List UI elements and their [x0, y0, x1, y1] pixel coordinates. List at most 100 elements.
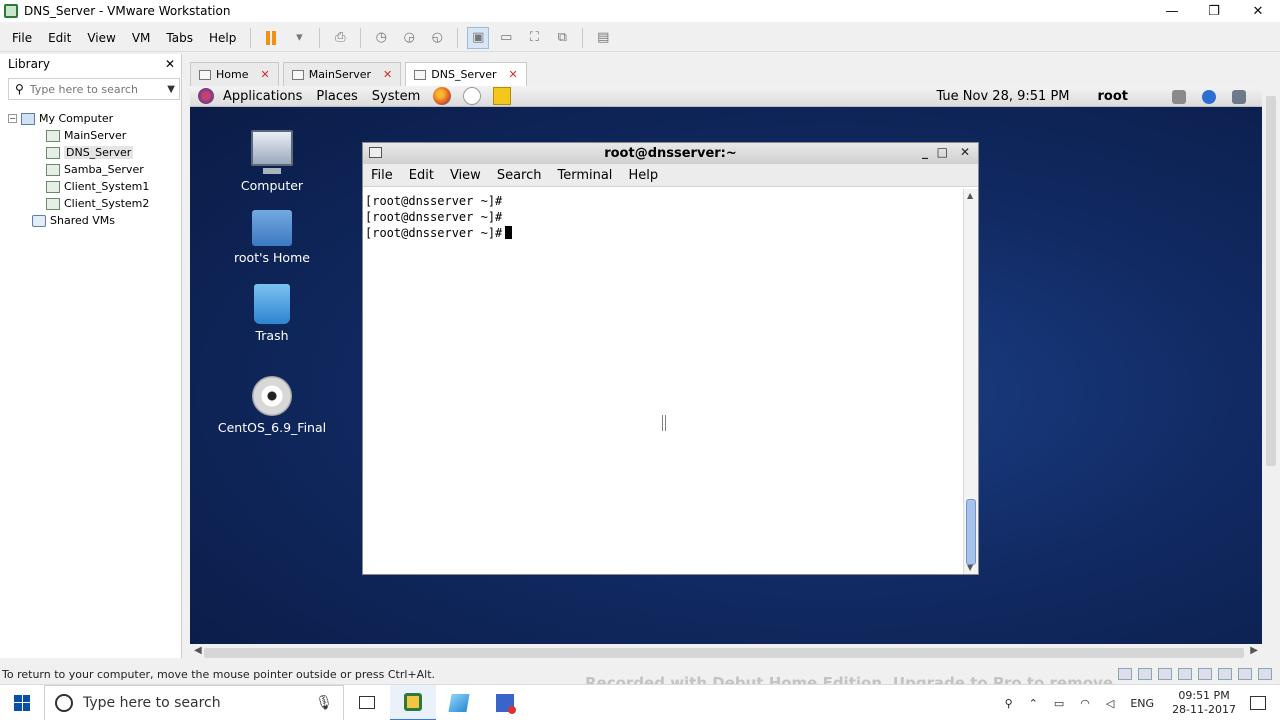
tab-home[interactable]: Home ✕	[190, 62, 279, 86]
menu-vm[interactable]: VM	[124, 31, 159, 45]
tab-close-icon[interactable]: ✕	[260, 68, 269, 81]
minimize-button[interactable]: —	[1150, 0, 1194, 22]
console-horizontal-scrollbar[interactable]: ◀ ▶	[190, 644, 1262, 662]
cd-icon[interactable]	[1138, 668, 1152, 680]
display-icon[interactable]	[1238, 668, 1252, 680]
guest-clock[interactable]: Tue Nov 28, 9:51 PM	[936, 89, 1069, 104]
terminal-minimize-button[interactable]: _	[922, 145, 928, 159]
console-vertical-thumb[interactable]	[1266, 96, 1276, 466]
desktop-icon-home[interactable]: root's Home	[212, 210, 332, 265]
sound-icon[interactable]	[1198, 668, 1212, 680]
terminal-menu-search[interactable]: Search	[497, 168, 542, 183]
taskbar-search[interactable]: Type here to search 🎙	[44, 684, 344, 720]
tree-item-client-system1[interactable]: Client_System1	[8, 178, 181, 195]
microphone-icon[interactable]: 🎙	[315, 695, 333, 711]
console-vertical-scrollbar[interactable]	[1262, 86, 1280, 644]
desktop-icon-computer[interactable]: Computer	[212, 130, 332, 193]
start-button[interactable]	[0, 685, 44, 720]
menu-view[interactable]: View	[79, 31, 123, 45]
terminal-close-button[interactable]: ✕	[960, 145, 970, 159]
notification-icon[interactable]	[1250, 696, 1266, 710]
terminal-menu-view[interactable]: View	[450, 168, 481, 183]
snapshot-icon[interactable]: ◷	[370, 27, 392, 49]
message-log-icon[interactable]	[1258, 668, 1272, 680]
unity-icon[interactable]: ⧉	[551, 27, 573, 49]
wifi-icon[interactable]: ◠	[1080, 697, 1090, 710]
network-adapter-icon[interactable]	[1158, 668, 1172, 680]
taskbar-ie[interactable]	[436, 685, 482, 720]
console-view-icon[interactable]: ▤	[592, 27, 614, 49]
snapshot-manager-icon[interactable]: ◵	[426, 27, 448, 49]
scroll-up-icon[interactable]: ▲	[967, 191, 973, 200]
terminal-output[interactable]: [root@dnsserver ~]# [root@dnsserver ~]# …	[363, 189, 963, 574]
tab-close-icon[interactable]: ✕	[383, 68, 392, 81]
taskbar-recorder[interactable]	[482, 685, 528, 720]
library-search-input[interactable]	[29, 82, 154, 96]
bluetooth-icon[interactable]	[1202, 89, 1216, 104]
taskbar-clock[interactable]: 09:51 PM 28-11-2017	[1172, 689, 1236, 717]
usb-icon[interactable]	[1178, 668, 1192, 680]
scroll-down-icon[interactable]: ▼	[967, 563, 973, 572]
tree-item-shared-vms[interactable]: Shared VMs	[8, 212, 181, 229]
tree-item-samba-server[interactable]: Samba_Server	[8, 161, 181, 178]
chevron-down-icon[interactable]: ▼	[167, 84, 175, 95]
language-indicator[interactable]: ENG	[1130, 697, 1154, 710]
collapse-icon[interactable]: −	[8, 114, 17, 123]
text-editor-icon[interactable]	[493, 87, 512, 105]
terminal-menu-edit[interactable]: Edit	[409, 168, 434, 183]
tab-mainserver[interactable]: MainServer ✕	[282, 62, 402, 86]
send-ctrl-alt-del-icon[interactable]: ⎙	[329, 27, 351, 49]
menu-edit[interactable]: Edit	[40, 31, 79, 45]
terminal-menu-help[interactable]: Help	[628, 168, 658, 183]
task-view-button[interactable]	[344, 685, 390, 720]
terminal-menu-file[interactable]: File	[371, 168, 393, 183]
scroll-left-icon[interactable]: ◀	[194, 645, 202, 656]
library-close-icon[interactable]: ✕	[165, 57, 175, 71]
vm-console[interactable]: Applications Places System Tue Nov 28, 9…	[190, 86, 1262, 644]
terminal-titlebar[interactable]: root@dnsserver:~ _ □ ✕	[363, 143, 978, 164]
desktop-icon-dvd[interactable]: CentOS_6.9_Final	[212, 376, 332, 435]
printer-icon[interactable]	[1218, 668, 1232, 680]
terminal-menu-terminal[interactable]: Terminal	[557, 168, 612, 183]
menu-tabs[interactable]: Tabs	[158, 31, 201, 45]
tree-item-mainserver[interactable]: MainServer	[8, 127, 181, 144]
network-icon[interactable]	[1232, 89, 1246, 104]
revert-snapshot-icon[interactable]: ◶	[398, 27, 420, 49]
power-dropdown-icon[interactable]: ▾	[288, 27, 310, 49]
tree-item-client-system2[interactable]: Client_System2	[8, 195, 181, 212]
desktop-icon-trash[interactable]: Trash	[212, 284, 332, 343]
people-icon[interactable]: ⚲	[1005, 697, 1013, 710]
hdd-icon[interactable]	[1118, 668, 1132, 680]
volume-icon[interactable]	[1172, 89, 1186, 104]
menu-file[interactable]: File	[4, 31, 40, 45]
terminal-window: root@dnsserver:~ _ □ ✕ File Edit View Se…	[362, 142, 979, 575]
system-menu[interactable]: System	[372, 89, 420, 104]
menu-help[interactable]: Help	[201, 31, 244, 45]
tree-item-label: Shared VMs	[50, 214, 115, 227]
applications-menu[interactable]: Applications	[223, 89, 302, 104]
tab-dns-server[interactable]: DNS_Server ✕	[405, 62, 527, 86]
terminal-scrollbar[interactable]: ▲ ▼	[963, 189, 978, 574]
thumbnail-bar-icon[interactable]: ▭	[495, 27, 517, 49]
terminal-maximize-button[interactable]: □	[937, 145, 948, 159]
pause-icon[interactable]	[260, 27, 282, 49]
volume-icon[interactable]: ◁	[1106, 697, 1114, 710]
tab-close-icon[interactable]: ✕	[509, 68, 518, 81]
restore-button[interactable]: ❐	[1192, 0, 1236, 22]
battery-icon[interactable]: ▭	[1054, 697, 1064, 710]
show-library-icon[interactable]: ▣	[467, 26, 490, 49]
places-menu[interactable]: Places	[316, 89, 357, 104]
full-screen-icon[interactable]: ⛶	[523, 27, 545, 49]
console-horizontal-thumb[interactable]	[204, 648, 1244, 658]
tree-item-label: My Computer	[39, 112, 114, 125]
guest-user[interactable]: root	[1098, 89, 1129, 104]
tree-item-my-computer[interactable]: − My Computer	[8, 110, 181, 127]
taskbar-vmware[interactable]	[390, 684, 436, 720]
chevron-up-icon[interactable]: ⌃	[1029, 697, 1038, 710]
mail-client-icon[interactable]	[463, 87, 482, 105]
scroll-right-icon[interactable]: ▶	[1250, 645, 1258, 656]
close-button[interactable]: ✕	[1236, 0, 1280, 22]
terminal-scroll-thumb[interactable]	[966, 499, 976, 565]
tree-item-dns-server[interactable]: DNS_Server	[8, 144, 181, 161]
firefox-icon[interactable]	[433, 87, 452, 105]
